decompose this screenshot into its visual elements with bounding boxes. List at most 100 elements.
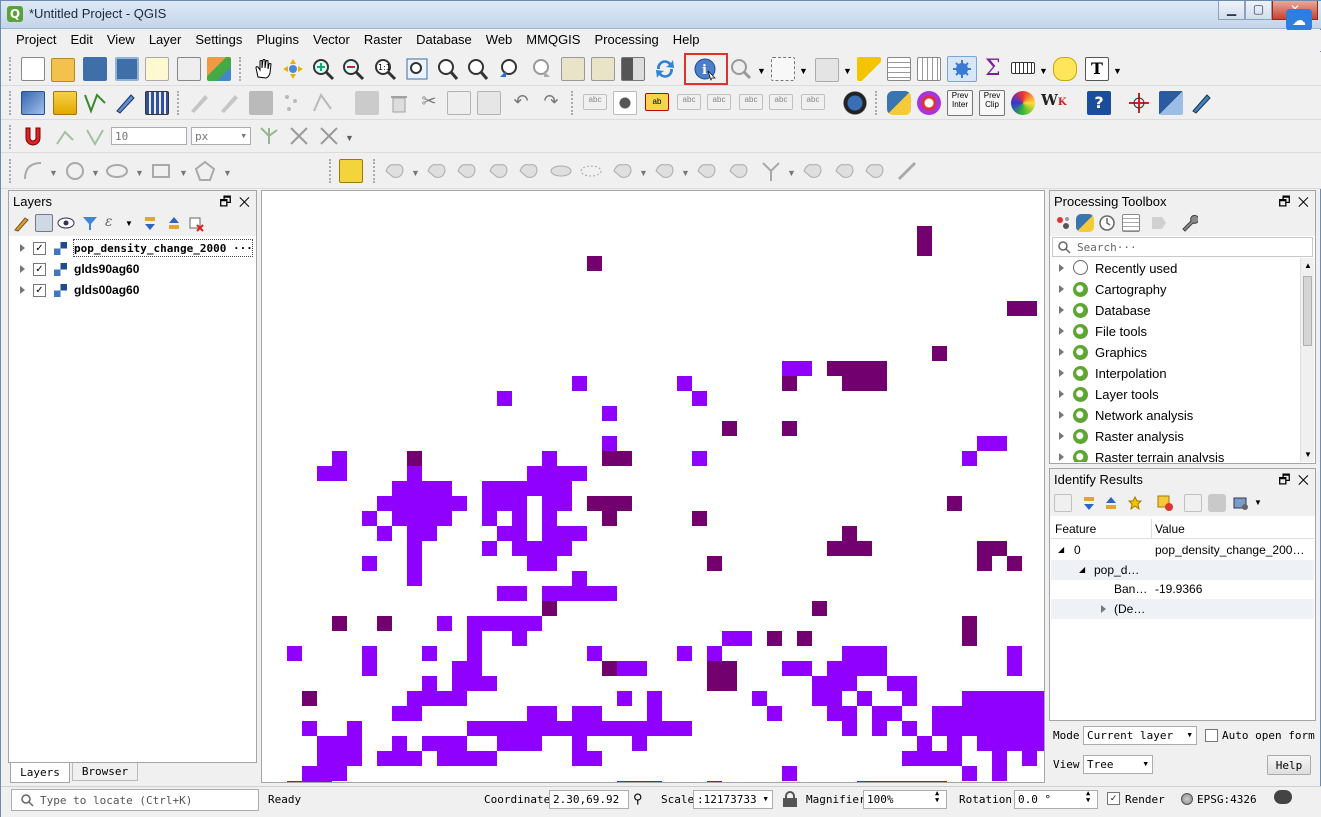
expand-arrow-icon[interactable] xyxy=(1059,390,1064,398)
float-panel-icon[interactable]: 🗗 xyxy=(1278,472,1290,487)
menu-settings[interactable]: Settings xyxy=(188,30,249,51)
expanded-arrow-icon[interactable]: ◢ xyxy=(1079,565,1085,574)
toolbar-grip[interactable] xyxy=(571,91,575,115)
toolbar-grip[interactable] xyxy=(373,159,377,183)
expand-arrow-icon[interactable] xyxy=(20,286,25,294)
expand-arrow-icon[interactable] xyxy=(1059,411,1064,419)
identify-features-icon[interactable]: i xyxy=(693,57,717,81)
chevron-down-icon[interactable]: ▼ xyxy=(787,168,796,178)
measure-line-icon[interactable] xyxy=(1011,62,1035,74)
toolbar-grip[interactable] xyxy=(239,57,243,81)
locator-search-input[interactable]: Type to locate (Ctrl+K) xyxy=(11,789,259,811)
add-feature-icon[interactable] xyxy=(281,91,305,115)
toolbox-item[interactable]: Database xyxy=(1051,300,1300,321)
chevron-down-icon[interactable]: ▼ xyxy=(49,168,58,178)
snapping-unit-select[interactable]: px xyxy=(191,127,251,145)
save-project-icon[interactable] xyxy=(83,57,107,81)
crs-label[interactable]: EPSG:4326 xyxy=(1197,793,1257,806)
delete-ring-icon[interactable] xyxy=(611,159,635,183)
add-ring-icon[interactable] xyxy=(517,159,541,183)
statistical-summary-icon[interactable]: Σ xyxy=(985,56,1001,81)
expand-arrow-icon[interactable] xyxy=(20,265,25,273)
snapping-tolerance-input[interactable]: 10 xyxy=(111,127,187,145)
menu-vector[interactable]: Vector xyxy=(306,30,357,51)
help-button[interactable]: Help xyxy=(1267,755,1311,775)
fill-ring-icon[interactable] xyxy=(579,159,603,183)
results-viewer-icon[interactable] xyxy=(1122,214,1140,232)
float-panel-icon[interactable]: 🗗 xyxy=(219,194,231,209)
processing-toolbox-toggle[interactable] xyxy=(947,56,977,82)
collapse-tree-icon[interactable] xyxy=(1102,494,1120,512)
pan-to-selection-icon[interactable] xyxy=(281,57,305,81)
text-annotation-icon[interactable]: T xyxy=(1085,57,1109,81)
map-tips-icon[interactable] xyxy=(1053,57,1077,81)
expand-arrow-icon[interactable] xyxy=(1059,348,1064,356)
maximize-button[interactable]: ▢ xyxy=(1245,1,1272,20)
copy-feature-icon[interactable] xyxy=(1184,494,1202,512)
toolbar-grip[interactable] xyxy=(329,159,333,183)
help-contents-icon[interactable]: ? xyxy=(1087,91,1111,115)
chevron-down-icon[interactable]: ▼ xyxy=(125,219,133,228)
modify-attributes-icon[interactable] xyxy=(355,91,379,115)
map-canvas[interactable] xyxy=(261,190,1045,783)
bookmarks-icon[interactable] xyxy=(621,57,645,81)
snap-to-vertex-icon[interactable] xyxy=(53,124,77,148)
identify-settings-icon[interactable] xyxy=(1232,494,1250,512)
mode-select[interactable]: Current layer xyxy=(1083,726,1197,745)
toolbox-item[interactable]: Network analysis xyxy=(1051,405,1300,426)
expand-tree-icon[interactable] xyxy=(1080,494,1098,512)
zoom-native-resolution-icon[interactable]: 1:1 xyxy=(373,57,397,81)
cut-features-icon[interactable]: ✂ xyxy=(417,91,441,115)
new-print-layout-icon[interactable] xyxy=(145,57,169,81)
add-group-icon[interactable] xyxy=(35,214,53,232)
expand-arrow-icon[interactable] xyxy=(20,244,25,252)
chevron-down-icon[interactable]: ▼ xyxy=(639,168,648,178)
plugin-rainbow-icon[interactable] xyxy=(1011,91,1035,115)
expand-arrow-icon[interactable] xyxy=(1059,264,1064,272)
chevron-down-icon[interactable]: ▼ xyxy=(757,66,766,76)
minimize-button[interactable]: ▁ xyxy=(1218,1,1245,20)
add-circle-icon[interactable] xyxy=(63,159,87,183)
scale-select[interactable]: :12173733 xyxy=(693,790,773,809)
zoom-in-icon[interactable] xyxy=(311,57,335,81)
toolbox-search-field[interactable]: Search··· xyxy=(1052,237,1313,257)
add-regular-polygon-icon[interactable] xyxy=(193,159,217,183)
float-panel-icon[interactable]: 🗗 xyxy=(1278,194,1290,209)
chevron-down-icon[interactable]: ▼ xyxy=(179,168,188,178)
scripts-icon[interactable] xyxy=(1076,214,1094,232)
menu-layer[interactable]: Layer xyxy=(142,30,189,51)
run-feature-action-icon[interactable] xyxy=(729,57,753,81)
add-rectangle-icon[interactable] xyxy=(149,159,173,183)
close-panel-icon[interactable]: ✕ xyxy=(1298,194,1309,209)
tab-browser[interactable]: Browser xyxy=(72,763,138,781)
scale-feature-icon[interactable] xyxy=(455,159,479,183)
layout-manager-icon[interactable] xyxy=(177,57,201,81)
menu-help[interactable]: Help xyxy=(666,30,707,51)
layer-visibility-checkbox[interactable]: ✓ xyxy=(33,263,46,276)
zoom-to-selection-icon[interactable] xyxy=(435,57,459,81)
style-manager-icon[interactable] xyxy=(207,57,231,81)
select-by-value-icon[interactable] xyxy=(815,58,839,82)
merge-features-icon[interactable] xyxy=(833,159,857,183)
change-label-icon[interactable]: abc xyxy=(801,94,825,110)
column-header-value[interactable]: Value xyxy=(1155,522,1185,536)
open-layer-styling-icon[interactable] xyxy=(13,214,31,232)
identify-derived-row[interactable]: (De… xyxy=(1051,599,1314,619)
zoom-last-icon[interactable] xyxy=(497,57,521,81)
expand-arrow-icon[interactable] xyxy=(1101,605,1106,613)
menu-edit[interactable]: Edit xyxy=(63,30,99,51)
toggle-extents-icon[interactable]: ⚲ xyxy=(633,792,643,807)
scrollbar-thumb[interactable] xyxy=(1303,276,1312,346)
deselect-features-icon[interactable] xyxy=(857,57,881,81)
show-hide-labels-icon[interactable]: abc xyxy=(707,94,731,110)
open-project-icon[interactable] xyxy=(51,58,75,82)
select-features-icon[interactable] xyxy=(771,57,795,81)
delete-part-icon[interactable] xyxy=(653,159,677,183)
toolbox-scrollbar[interactable]: ▲ ▼ xyxy=(1300,258,1314,462)
layer-row-glds00ag60[interactable]: ✓ glds00ag60 xyxy=(10,280,255,301)
menu-database[interactable]: Database xyxy=(409,30,479,51)
plugin-pencil-icon[interactable] xyxy=(1189,91,1213,115)
view-select[interactable]: Tree xyxy=(1083,755,1153,774)
add-vector-layer-icon[interactable] xyxy=(83,91,107,115)
redo-icon[interactable]: ↷ xyxy=(539,91,563,115)
